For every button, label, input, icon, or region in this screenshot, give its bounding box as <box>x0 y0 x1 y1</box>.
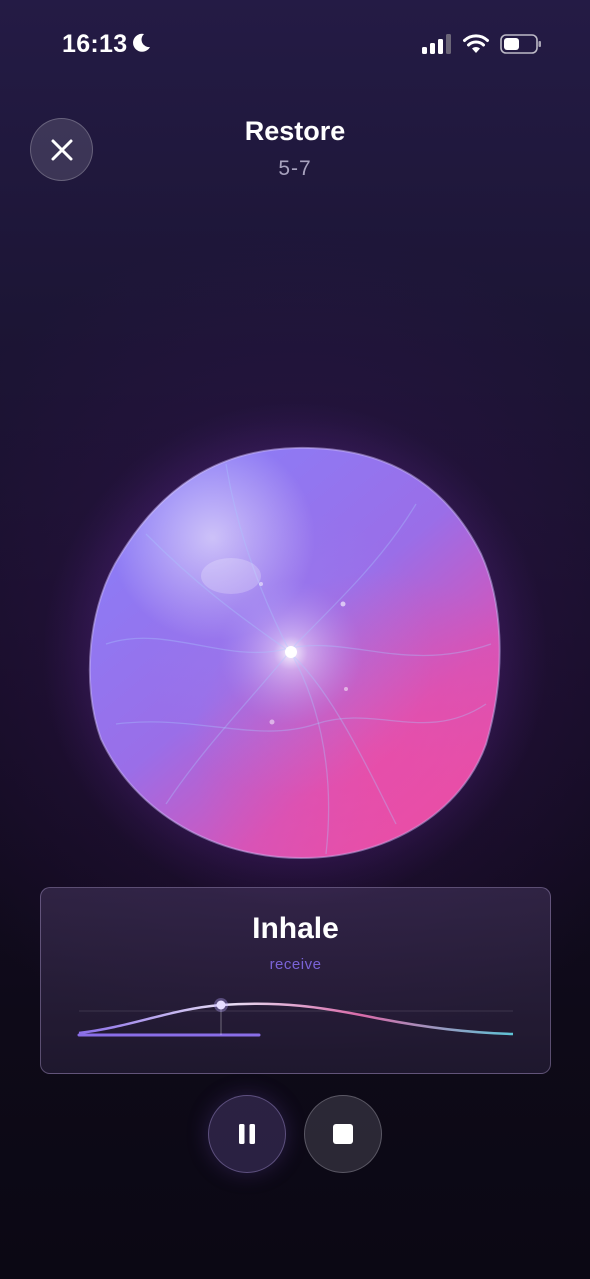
wifi-icon <box>463 34 489 53</box>
phase-card: Inhale receive <box>40 887 551 1074</box>
stop-button[interactable] <box>304 1095 382 1173</box>
pause-button[interactable] <box>208 1095 286 1173</box>
session-subtitle: 5-7 <box>278 157 312 180</box>
session-title: Restore <box>244 116 346 146</box>
phase-sublabel: receive <box>269 956 322 973</box>
status-time: 16:13 <box>62 30 128 58</box>
battery-icon <box>500 34 541 54</box>
stop-icon <box>333 1124 353 1144</box>
pause-icon <box>239 1124 255 1144</box>
status-bar: 16:13 <box>0 0 590 88</box>
moon-icon <box>133 33 150 52</box>
cellular-signal-icon <box>422 34 451 54</box>
phase-label: Inhale <box>252 912 339 945</box>
breath-wave <box>77 998 515 1037</box>
breathing-orb <box>88 446 501 860</box>
